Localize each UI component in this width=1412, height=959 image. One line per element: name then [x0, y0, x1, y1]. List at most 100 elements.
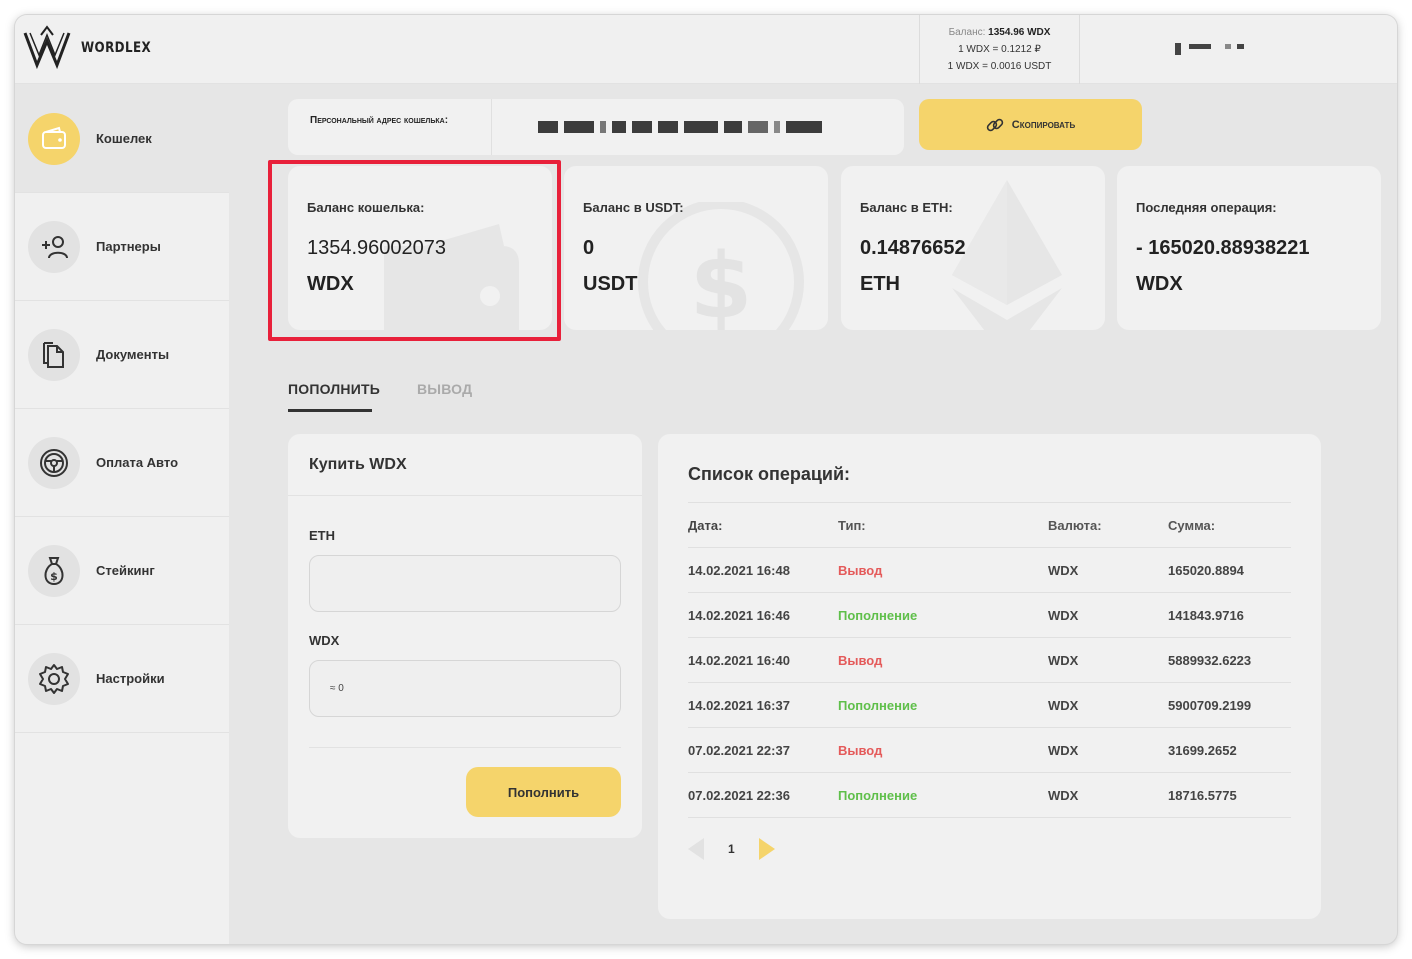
operation-currency: WDX	[1048, 563, 1079, 578]
operation-type: Пополнение	[838, 788, 918, 803]
top-bar: WORDLEX Баланс: 1354.96 WDX 1 WDX = 0.12…	[15, 15, 1397, 84]
sidebar-item-label: Стейкинг	[96, 563, 155, 578]
card-value: - 165020.88938221 WDX	[1136, 237, 1310, 295]
operation-currency: WDX	[1048, 743, 1079, 758]
card-title: Баланс в USDT:	[583, 200, 684, 215]
operation-amount: 165020.8894	[1168, 563, 1244, 578]
eth-balance-card: Баланс в ETH: 0.14876652 ETH	[841, 166, 1105, 330]
operation-date: 14.02.2021 16:37	[688, 698, 790, 713]
table-row: 14.02.2021 16:37 Пополнение WDX 5900709.…	[688, 682, 1291, 727]
exchange-rates: Баланс: 1354.96 WDX 1 WDX = 0.1212 ₽ 1 W…	[919, 15, 1080, 84]
sidebar-item-auto-payment[interactable]: Оплата Авто	[15, 409, 229, 517]
add-user-icon	[28, 220, 80, 273]
operation-amount: 5900709.2199	[1168, 698, 1252, 713]
eth-input[interactable]	[309, 555, 621, 612]
copy-button-label: Скопировать	[1011, 118, 1076, 131]
card-title: Последняя операция:	[1136, 200, 1277, 215]
prev-page-arrow-icon[interactable]	[688, 838, 704, 860]
sidebar: Кошелек Партнеры Документы Оплата Авто $…	[15, 85, 229, 944]
wdx-input[interactable]: ≈ 0	[309, 660, 621, 717]
operations-table: Дата: Тип: Валюта: Сумма: 14.02.2021 16:…	[688, 502, 1291, 817]
operation-date: 07.02.2021 22:36	[688, 788, 790, 803]
wallet-icon	[28, 112, 80, 165]
money-bag-icon: $	[28, 544, 80, 597]
wallet-address-redacted[interactable]	[538, 119, 822, 135]
operation-date: 14.02.2021 16:46	[688, 608, 790, 623]
card-value: 0 USDT	[583, 237, 638, 295]
sidebar-item-wallet[interactable]: Кошелек	[15, 85, 229, 193]
wordlex-logo-icon	[23, 25, 71, 70]
operation-amount: 5889932.6223	[1168, 653, 1252, 668]
sidebar-item-documents[interactable]: Документы	[15, 301, 229, 409]
column-header-date: Дата:	[688, 518, 723, 533]
documents-icon	[28, 328, 80, 381]
gear-icon	[28, 652, 80, 705]
table-row: 07.02.2021 22:37 Вывод WDX 31699.2652	[688, 727, 1291, 772]
sidebar-item-settings[interactable]: Настройки	[15, 625, 229, 733]
sidebar-item-label: Документы	[96, 347, 170, 362]
active-tab-indicator	[288, 409, 372, 412]
operation-currency: WDX	[1048, 608, 1079, 623]
pagination: 1	[688, 837, 775, 861]
divider	[288, 495, 642, 496]
svg-text:$: $	[690, 234, 753, 330]
table-row: 14.02.2021 16:48 Вывод WDX 165020.8894	[688, 547, 1291, 592]
table-row: 07.02.2021 22:36 Пополнение WDX 18716.57…	[688, 772, 1291, 817]
user-account-redacted[interactable]	[1175, 41, 1250, 55]
divider	[491, 99, 492, 155]
sidebar-item-label: Оплата Авто	[96, 455, 179, 470]
operation-type: Вывод	[838, 563, 883, 578]
app-window: WORDLEX Баланс: 1354.96 WDX 1 WDX = 0.12…	[15, 15, 1397, 944]
operation-type: Пополнение	[838, 698, 918, 713]
last-operation-card: Последняя операция: - 165020.88938221 WD…	[1117, 166, 1381, 330]
brand-name: WORDLEX	[81, 40, 152, 56]
wallet-address-label: Персональный адрес кошелька:	[310, 115, 449, 126]
usdt-balance-card: $ Баланс в USDT: 0 USDT	[564, 166, 828, 330]
next-page-arrow-icon[interactable]	[758, 838, 775, 860]
tab-withdraw[interactable]: ВЫВОД	[417, 381, 472, 397]
sidebar-item-staking[interactable]: $ Стейкинг	[15, 517, 229, 625]
operations-panel: Список операций: Дата: Тип: Валюта: Сумм…	[658, 434, 1321, 919]
column-header-amount: Сумма:	[1168, 518, 1216, 533]
operation-date: 07.02.2021 22:37	[688, 743, 790, 758]
buy-wdx-panel: Купить WDX ETH WDX ≈ 0 Пополнить	[288, 434, 642, 838]
panel-title: Список операций:	[688, 464, 851, 484]
logo[interactable]: WORDLEX	[23, 25, 164, 71]
tab-deposit[interactable]: ПОПОЛНИТЬ	[288, 381, 380, 397]
operation-currency: WDX	[1048, 653, 1079, 668]
svg-text:$: $	[50, 570, 58, 583]
wdx-field-label: WDX	[309, 633, 340, 648]
sidebar-item-label: Партнеры	[96, 239, 161, 254]
card-value: 1354.96002073 WDX	[307, 237, 447, 295]
table-row: 14.02.2021 16:46 Пополнение WDX 141843.9…	[688, 592, 1291, 637]
card-title: Баланс в ETH:	[860, 200, 953, 215]
wallet-balance-card: Баланс кошелька: 1354.96002073 WDX	[288, 166, 552, 330]
operation-amount: 141843.9716	[1168, 608, 1244, 623]
divider	[309, 747, 621, 748]
current-page[interactable]: 1	[728, 842, 735, 856]
rate-rub: 1 WDX = 0.1212 ₽	[958, 44, 1041, 55]
card-value: 0.14876652 ETH	[860, 237, 966, 295]
card-title: Баланс кошелька:	[307, 200, 425, 215]
topup-button[interactable]: Пополнить	[466, 767, 621, 817]
steering-wheel-icon	[28, 436, 80, 489]
header-balance: Баланс: 1354.96 WDX	[948, 27, 1051, 38]
sidebar-item-partners[interactable]: Партнеры	[15, 193, 229, 301]
operation-date: 14.02.2021 16:48	[688, 563, 790, 578]
column-header-currency: Валюта:	[1048, 518, 1102, 533]
operation-currency: WDX	[1048, 788, 1079, 803]
operation-currency: WDX	[1048, 698, 1079, 713]
operation-amount: 18716.5775	[1168, 788, 1237, 803]
operation-type: Вывод	[838, 743, 883, 758]
eth-field-label: ETH	[309, 528, 335, 543]
link-icon	[986, 118, 1004, 131]
panel-title: Купить WDX	[309, 456, 407, 473]
divider	[688, 817, 1291, 818]
table-row: 14.02.2021 16:40 Вывод WDX 5889932.6223	[688, 637, 1291, 682]
sidebar-item-label: Кошелек	[96, 131, 152, 146]
wallet-address-panel: Персональный адрес кошелька:	[288, 99, 904, 155]
operation-type: Вывод	[838, 653, 883, 668]
operation-type: Пополнение	[838, 608, 918, 623]
operation-amount: 31699.2652	[1168, 743, 1237, 758]
copy-address-button[interactable]: Скопировать	[919, 99, 1142, 150]
